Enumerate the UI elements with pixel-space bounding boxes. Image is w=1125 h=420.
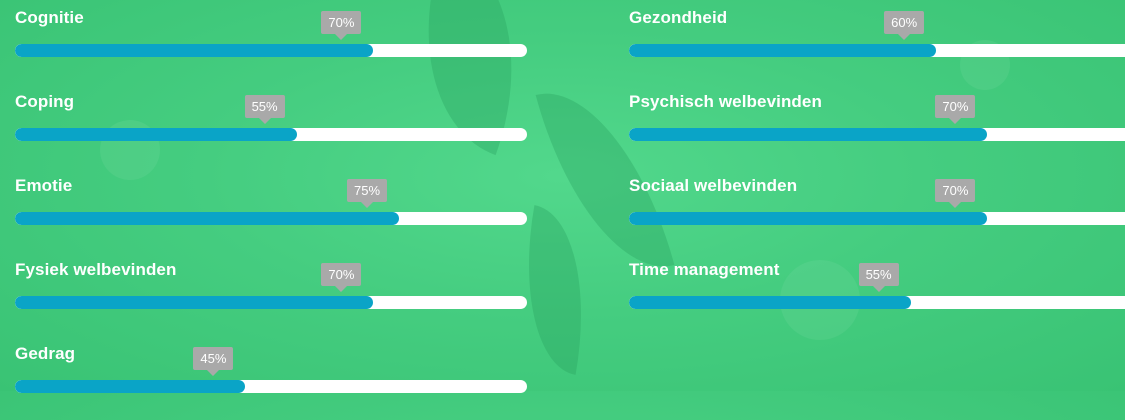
progress-fill xyxy=(15,296,374,309)
skill-sociaal-welbevinden: Sociaal welbevinden 70% xyxy=(629,168,1125,252)
percentage-tooltip: 55% xyxy=(244,95,285,118)
percentage-tooltip: 60% xyxy=(884,11,925,34)
progress-track xyxy=(15,128,527,141)
skill-label: Gezondheid xyxy=(629,8,728,27)
skill-cognitie: Cognitie 70% xyxy=(15,0,527,84)
progress-fill xyxy=(629,128,988,141)
skill-gedrag: Gedrag 45% xyxy=(15,336,527,420)
progress-track xyxy=(629,128,1125,141)
percentage-tooltip: 70% xyxy=(321,263,362,286)
skill-label: Cognitie xyxy=(15,8,84,27)
skill-time-management: Time management 55% xyxy=(629,252,1125,336)
skill-emotie: Emotie 75% xyxy=(15,168,527,252)
progress-fill xyxy=(629,296,911,309)
percentage-tooltip: 70% xyxy=(321,11,362,34)
skill-fysiek-welbevinden: Fysiek welbevinden 70% xyxy=(15,252,527,336)
skill-psychisch-welbevinden: Psychisch welbevinden 70% xyxy=(629,84,1125,168)
skill-gezondheid: Gezondheid 60% xyxy=(629,0,1125,84)
percentage-tooltip: 70% xyxy=(935,95,976,118)
skill-label: Gedrag xyxy=(15,344,76,363)
percentage-tooltip: 75% xyxy=(346,179,388,202)
skill-coping: Coping 55% xyxy=(15,84,527,168)
progress-track xyxy=(15,212,527,225)
skills-column-right: Gezondheid 60% Psychisch welbevinden 70%… xyxy=(629,0,1125,336)
progress-fill xyxy=(15,44,374,57)
progress-track xyxy=(629,296,1125,309)
progress-track xyxy=(629,212,1125,225)
progress-fill xyxy=(629,44,937,57)
progress-fill xyxy=(15,212,399,225)
skill-label: Sociaal welbevinden xyxy=(629,176,798,195)
skill-label: Fysiek welbevinden xyxy=(15,260,177,279)
skills-column-left: Cognitie 70% Coping 55% Emotie 75% Fysie… xyxy=(15,0,527,420)
progress-fill xyxy=(629,212,988,225)
progress-track xyxy=(629,44,1125,57)
progress-fill xyxy=(15,128,297,141)
skill-label: Coping xyxy=(15,92,75,111)
progress-track xyxy=(15,44,527,57)
skill-label: Time management xyxy=(629,260,780,279)
skill-label: Emotie xyxy=(15,176,73,195)
percentage-tooltip: 70% xyxy=(935,179,976,202)
progress-fill xyxy=(15,380,246,393)
percentage-tooltip: 55% xyxy=(858,263,899,286)
progress-track xyxy=(15,296,527,309)
progress-track xyxy=(15,380,527,393)
percentage-tooltip: 45% xyxy=(193,347,234,370)
skill-label: Psychisch welbevinden xyxy=(629,92,822,111)
